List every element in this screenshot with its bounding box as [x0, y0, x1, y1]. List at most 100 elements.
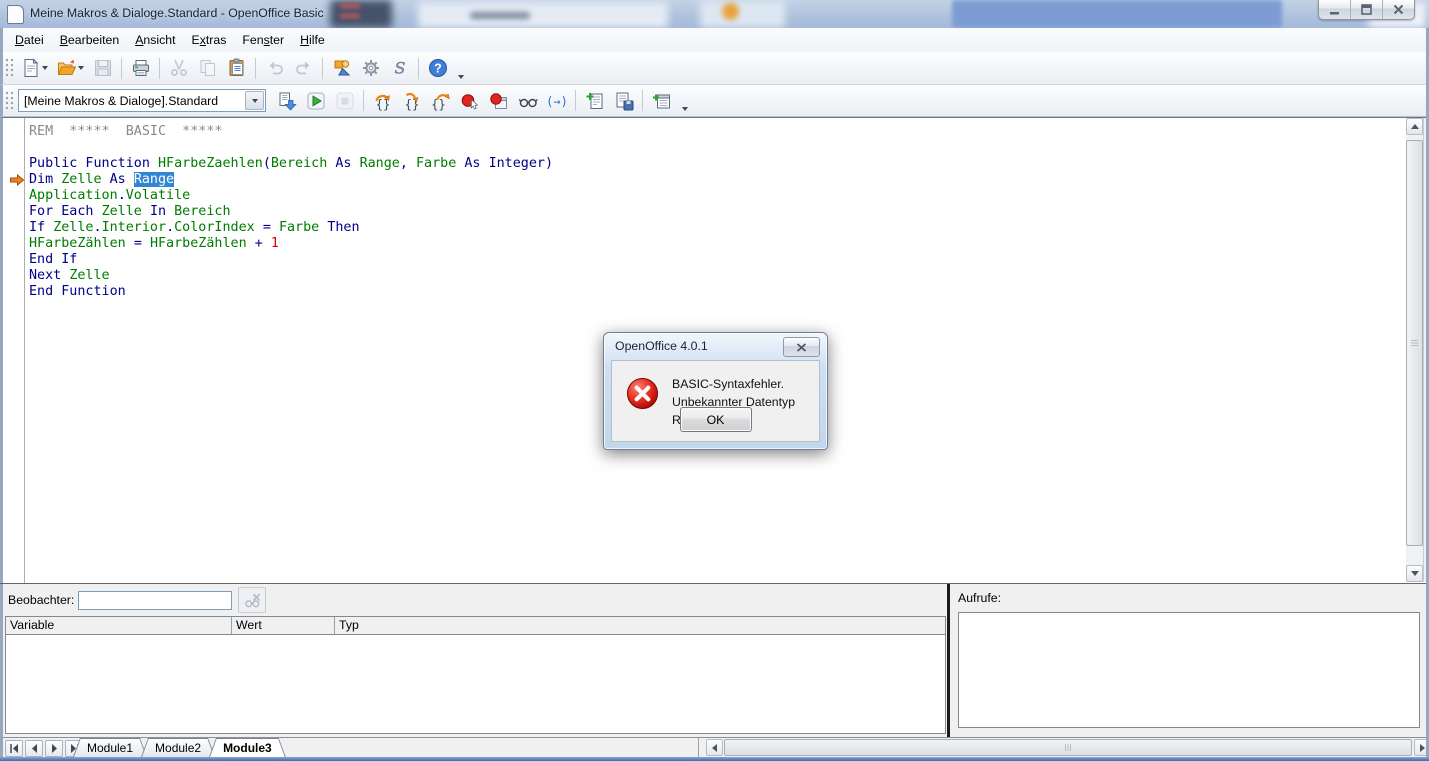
code-token: For Each	[29, 204, 94, 219]
code-line[interactable]: HFarbeZählen = HFarbeZählen + 1	[29, 236, 1405, 252]
code-line[interactable]: Next Zelle	[29, 268, 1405, 284]
scroll-left-button[interactable]	[706, 739, 723, 756]
save-button[interactable]	[89, 56, 116, 81]
code-line[interactable]: If Zelle.Interior.ColorIndex = Farbe The…	[29, 220, 1405, 236]
manage-breakpoints-icon	[489, 91, 509, 111]
modules-button[interactable]	[648, 88, 675, 113]
editor-vertical-scrollbar[interactable]	[1406, 118, 1423, 582]
library-selector[interactable]: [Meine Makros & Dialoge].Standard	[18, 89, 266, 112]
macros-button[interactable]: S	[386, 56, 413, 81]
single-step-button[interactable]: {}	[398, 88, 425, 113]
help-button[interactable]: ?	[424, 56, 451, 81]
toolbar-separator	[575, 90, 576, 111]
undo-button[interactable]	[261, 56, 288, 81]
undo-icon	[265, 58, 285, 78]
scrollbar-thumb[interactable]	[724, 739, 1412, 756]
breakpoint-gutter[interactable]	[3, 118, 25, 583]
dropdown-caret-icon[interactable]	[78, 66, 84, 70]
watch-table[interactable]: VariableWertTyp	[5, 616, 946, 734]
navigator-button[interactable]	[328, 56, 355, 81]
code-line[interactable]: For Each Zelle In Bereich	[29, 204, 1405, 220]
scroll-up-button[interactable]	[1406, 118, 1423, 135]
scrollbar-thumb[interactable]	[1406, 140, 1423, 546]
tab-module3[interactable]: Module3	[209, 738, 286, 757]
settings-button[interactable]	[357, 56, 384, 81]
save-source-button[interactable]	[610, 88, 637, 113]
menu-item-ansicht[interactable]: Ansicht	[127, 28, 183, 52]
toolbar-grip[interactable]	[4, 90, 13, 112]
code-line[interactable]: REM ***** BASIC *****	[29, 124, 1405, 140]
ok-button[interactable]: OK	[680, 407, 752, 432]
code-token: Farbe	[279, 220, 319, 235]
compile-button[interactable]	[273, 88, 300, 113]
copy-button[interactable]	[194, 56, 221, 81]
manage-breakpoints-button[interactable]	[485, 88, 512, 113]
current-statement-arrow	[9, 172, 25, 188]
menu-item-extras[interactable]: Extras	[184, 28, 235, 52]
code-line[interactable]: Application.Volatile	[29, 188, 1405, 204]
code-token: Zelle	[102, 204, 142, 219]
minimize-button[interactable]	[1319, 0, 1351, 19]
insert-source-button[interactable]	[581, 88, 608, 113]
horizontal-scrollbar[interactable]	[706, 739, 1429, 757]
step-out-button[interactable]: {}	[427, 88, 454, 113]
code-line[interactable]	[29, 140, 1405, 156]
svg-text:?: ?	[434, 62, 442, 76]
code-token: Volatile	[126, 188, 191, 203]
error-dialog[interactable]: OpenOffice 4.0.1 BASIC-Syntaxfehler. Unb…	[603, 332, 828, 450]
first-module-button[interactable]	[5, 740, 23, 757]
code-line[interactable]: End Function	[29, 284, 1405, 300]
open-button[interactable]	[53, 56, 87, 81]
code-line[interactable]: End If	[29, 252, 1405, 268]
code-line[interactable]: Public Function HFarbeZaehlen(Bereich As…	[29, 156, 1405, 172]
tab-label: Module1	[87, 741, 133, 755]
tab-module1[interactable]: Module1	[73, 738, 147, 757]
stop-button[interactable]	[331, 88, 358, 113]
maximize-button[interactable]	[1351, 0, 1383, 19]
toolbar-options-button[interactable]	[678, 86, 691, 115]
enable-watch-button[interactable]	[514, 88, 541, 113]
toolbar-options-button[interactable]	[454, 54, 467, 83]
code-line[interactable]: Dim Zelle As Range	[29, 172, 1405, 188]
combo-dropdown-button[interactable]	[245, 91, 264, 110]
menu-item-datei[interactable]: Datei	[7, 28, 52, 52]
code-token	[166, 204, 174, 219]
watch-column-header-typ[interactable]: Typ	[335, 617, 945, 634]
code-token	[352, 156, 360, 171]
print-button[interactable]	[127, 56, 154, 81]
calls-list[interactable]	[958, 612, 1420, 728]
find-parentheses-button[interactable]: (→)	[543, 88, 570, 113]
previous-module-button[interactable]	[25, 740, 43, 757]
dialog-close-button[interactable]	[783, 337, 820, 357]
menu-item-hilfe[interactable]: Hilfe	[292, 28, 333, 52]
code-token: REM ***** BASIC *****	[29, 124, 222, 139]
run-button[interactable]	[302, 88, 329, 113]
background-window-blur	[340, 4, 360, 8]
procedure-step-button[interactable]: {}	[369, 88, 396, 113]
remove-watch-button[interactable]	[238, 587, 266, 613]
cut-button[interactable]	[165, 56, 192, 81]
new-document-button[interactable]	[17, 56, 51, 81]
step-out-icon: {}	[431, 91, 451, 111]
code-token: Next	[29, 268, 61, 283]
module-tabs: Module1 Module2Module3	[79, 738, 286, 757]
toolbar-grip[interactable]	[4, 57, 13, 79]
menu-item-fenster[interactable]: Fenster	[234, 28, 292, 52]
code-token	[408, 156, 416, 171]
dialog-title: OpenOffice 4.0.1	[615, 339, 708, 353]
tab-module2[interactable]: Module2	[141, 738, 215, 757]
scroll-down-button[interactable]	[1406, 565, 1423, 582]
title-bar[interactable]: Meine Makros & Dialoge.Standard - OpenOf…	[0, 0, 1429, 29]
redo-button[interactable]	[290, 56, 317, 81]
watch-input[interactable]	[78, 591, 232, 610]
watch-column-header-variable[interactable]: Variable	[6, 617, 232, 634]
dropdown-caret-icon[interactable]	[42, 66, 48, 70]
breakpoint-button[interactable]	[456, 88, 483, 113]
paste-button[interactable]	[223, 56, 250, 81]
code-token: Public Function	[29, 156, 158, 171]
compile-icon	[277, 91, 297, 111]
close-button[interactable]	[1383, 0, 1414, 19]
menu-item-bearbeiten[interactable]: Bearbeiten	[52, 28, 127, 52]
next-module-button[interactable]	[45, 740, 63, 757]
watch-column-header-wert[interactable]: Wert	[232, 617, 335, 634]
